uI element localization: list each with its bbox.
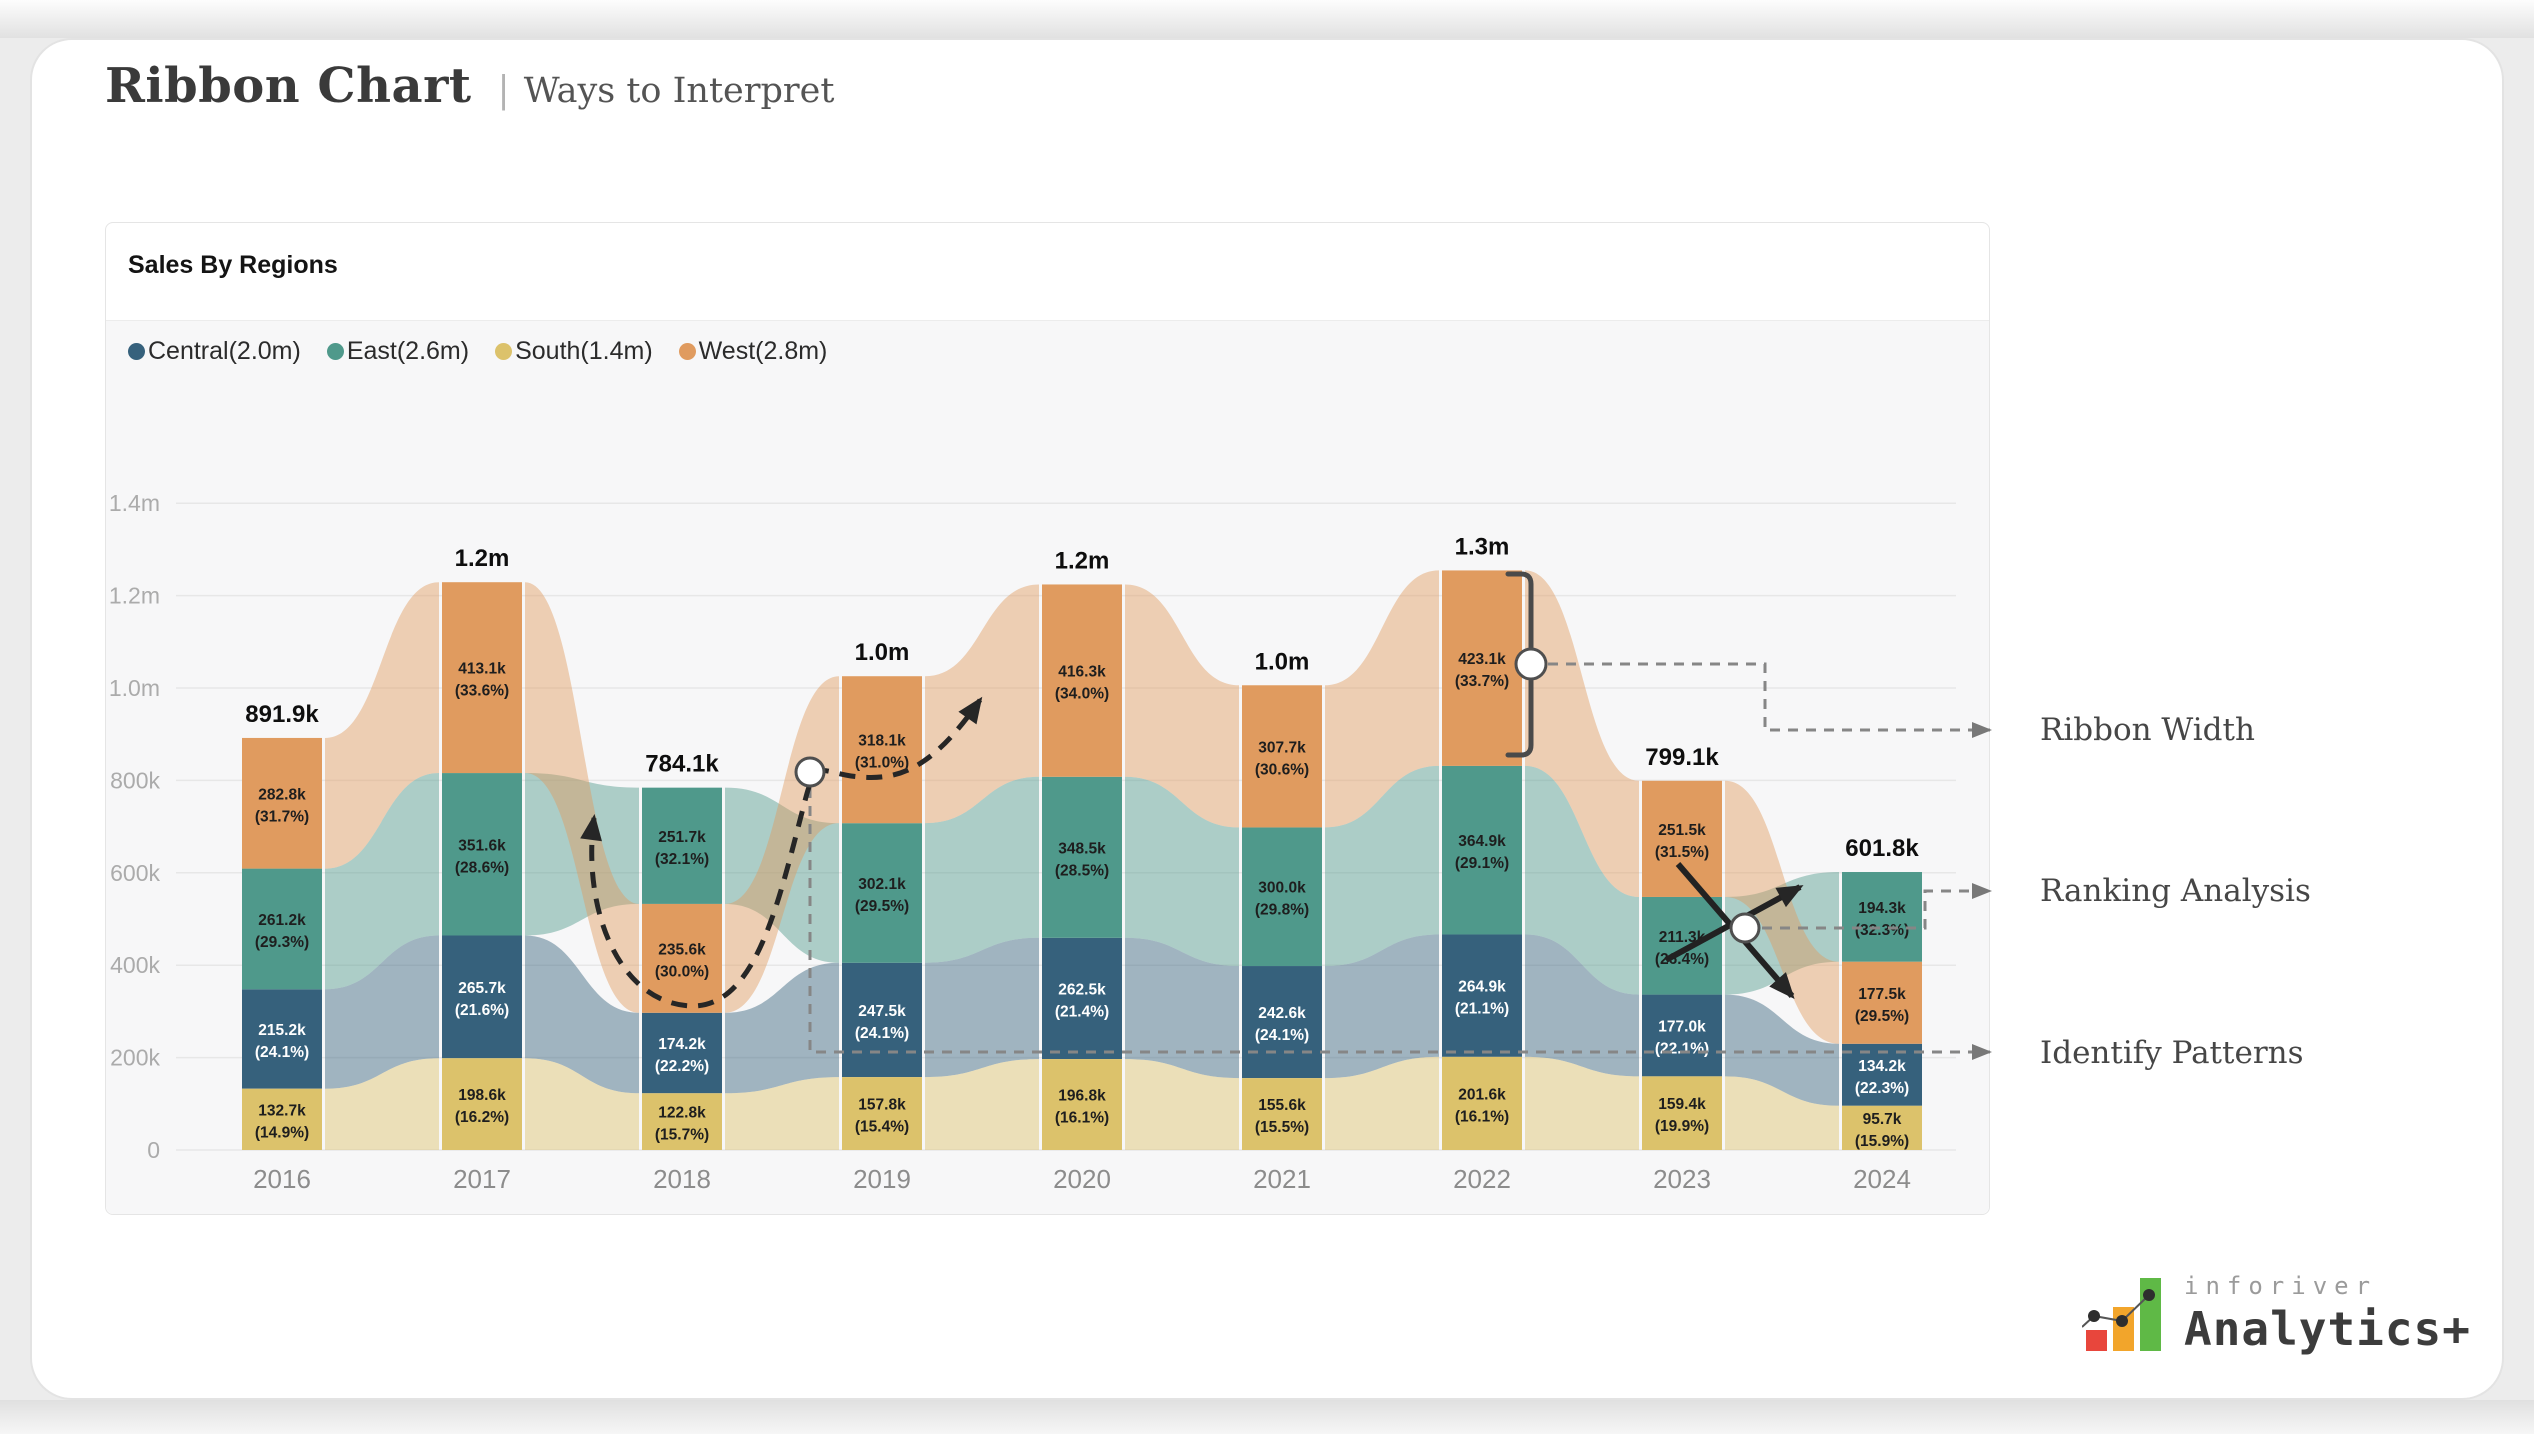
page-title: Ribbon Chart | Ways to Interpret xyxy=(105,58,834,114)
legend-dot-central-icon xyxy=(128,343,145,360)
page-bottom-strip xyxy=(0,1400,2534,1434)
page-title-main: Ribbon Chart xyxy=(105,58,472,114)
logo-product: Analytics+ xyxy=(2184,1302,2471,1356)
chart-card: Sales By Regions Central(2.0m) East(2.6m… xyxy=(105,222,1990,1215)
legend-dot-west-icon xyxy=(678,343,696,360)
legend-item-south[interactable]: South(1.4m) xyxy=(495,337,653,366)
legend-label-east: East(2.6m) xyxy=(346,337,470,365)
legend-item-central[interactable]: Central(2.0m) xyxy=(128,337,301,366)
annotation-ranking-analysis: Ranking Analysis xyxy=(2040,873,2311,909)
chart-card-title: Sales By Regions xyxy=(128,251,338,279)
legend-label-south: South(1.4m) xyxy=(515,337,653,365)
page-title-subtitle: Ways to Interpret xyxy=(523,71,835,111)
chart-legend: Central(2.0m) East(2.6m) South(1.4m) Wes… xyxy=(128,337,827,366)
page-top-strip xyxy=(0,0,2534,38)
annotation-ribbon-width: Ribbon Width xyxy=(2040,712,2255,748)
brand-logo: inforiver Analytics+ xyxy=(2082,1270,2471,1354)
legend-item-west[interactable]: West(2.8m) xyxy=(678,337,828,366)
title-divider: | xyxy=(497,70,510,111)
logo-text: inforiver Analytics+ xyxy=(2184,1274,2471,1354)
legend-label-central: Central(2.0m) xyxy=(148,337,301,365)
annotation-identify-patterns: Identify Patterns xyxy=(2040,1035,2304,1071)
legend-item-east[interactable]: East(2.6m) xyxy=(326,337,470,366)
chart-card-header: Sales By Regions xyxy=(106,223,1989,320)
legend-label-west: West(2.8m) xyxy=(698,337,828,365)
chart-panel: Central(2.0m) East(2.6m) South(1.4m) Wes… xyxy=(106,320,1989,1214)
logo-icon xyxy=(2082,1278,2161,1351)
page: { "header": { "title": "Ribbon Chart", "… xyxy=(0,0,2534,1434)
logo-brand: inforiver xyxy=(2184,1272,2378,1300)
legend-dot-south-icon xyxy=(495,343,513,360)
legend-dot-east-icon xyxy=(326,343,344,360)
